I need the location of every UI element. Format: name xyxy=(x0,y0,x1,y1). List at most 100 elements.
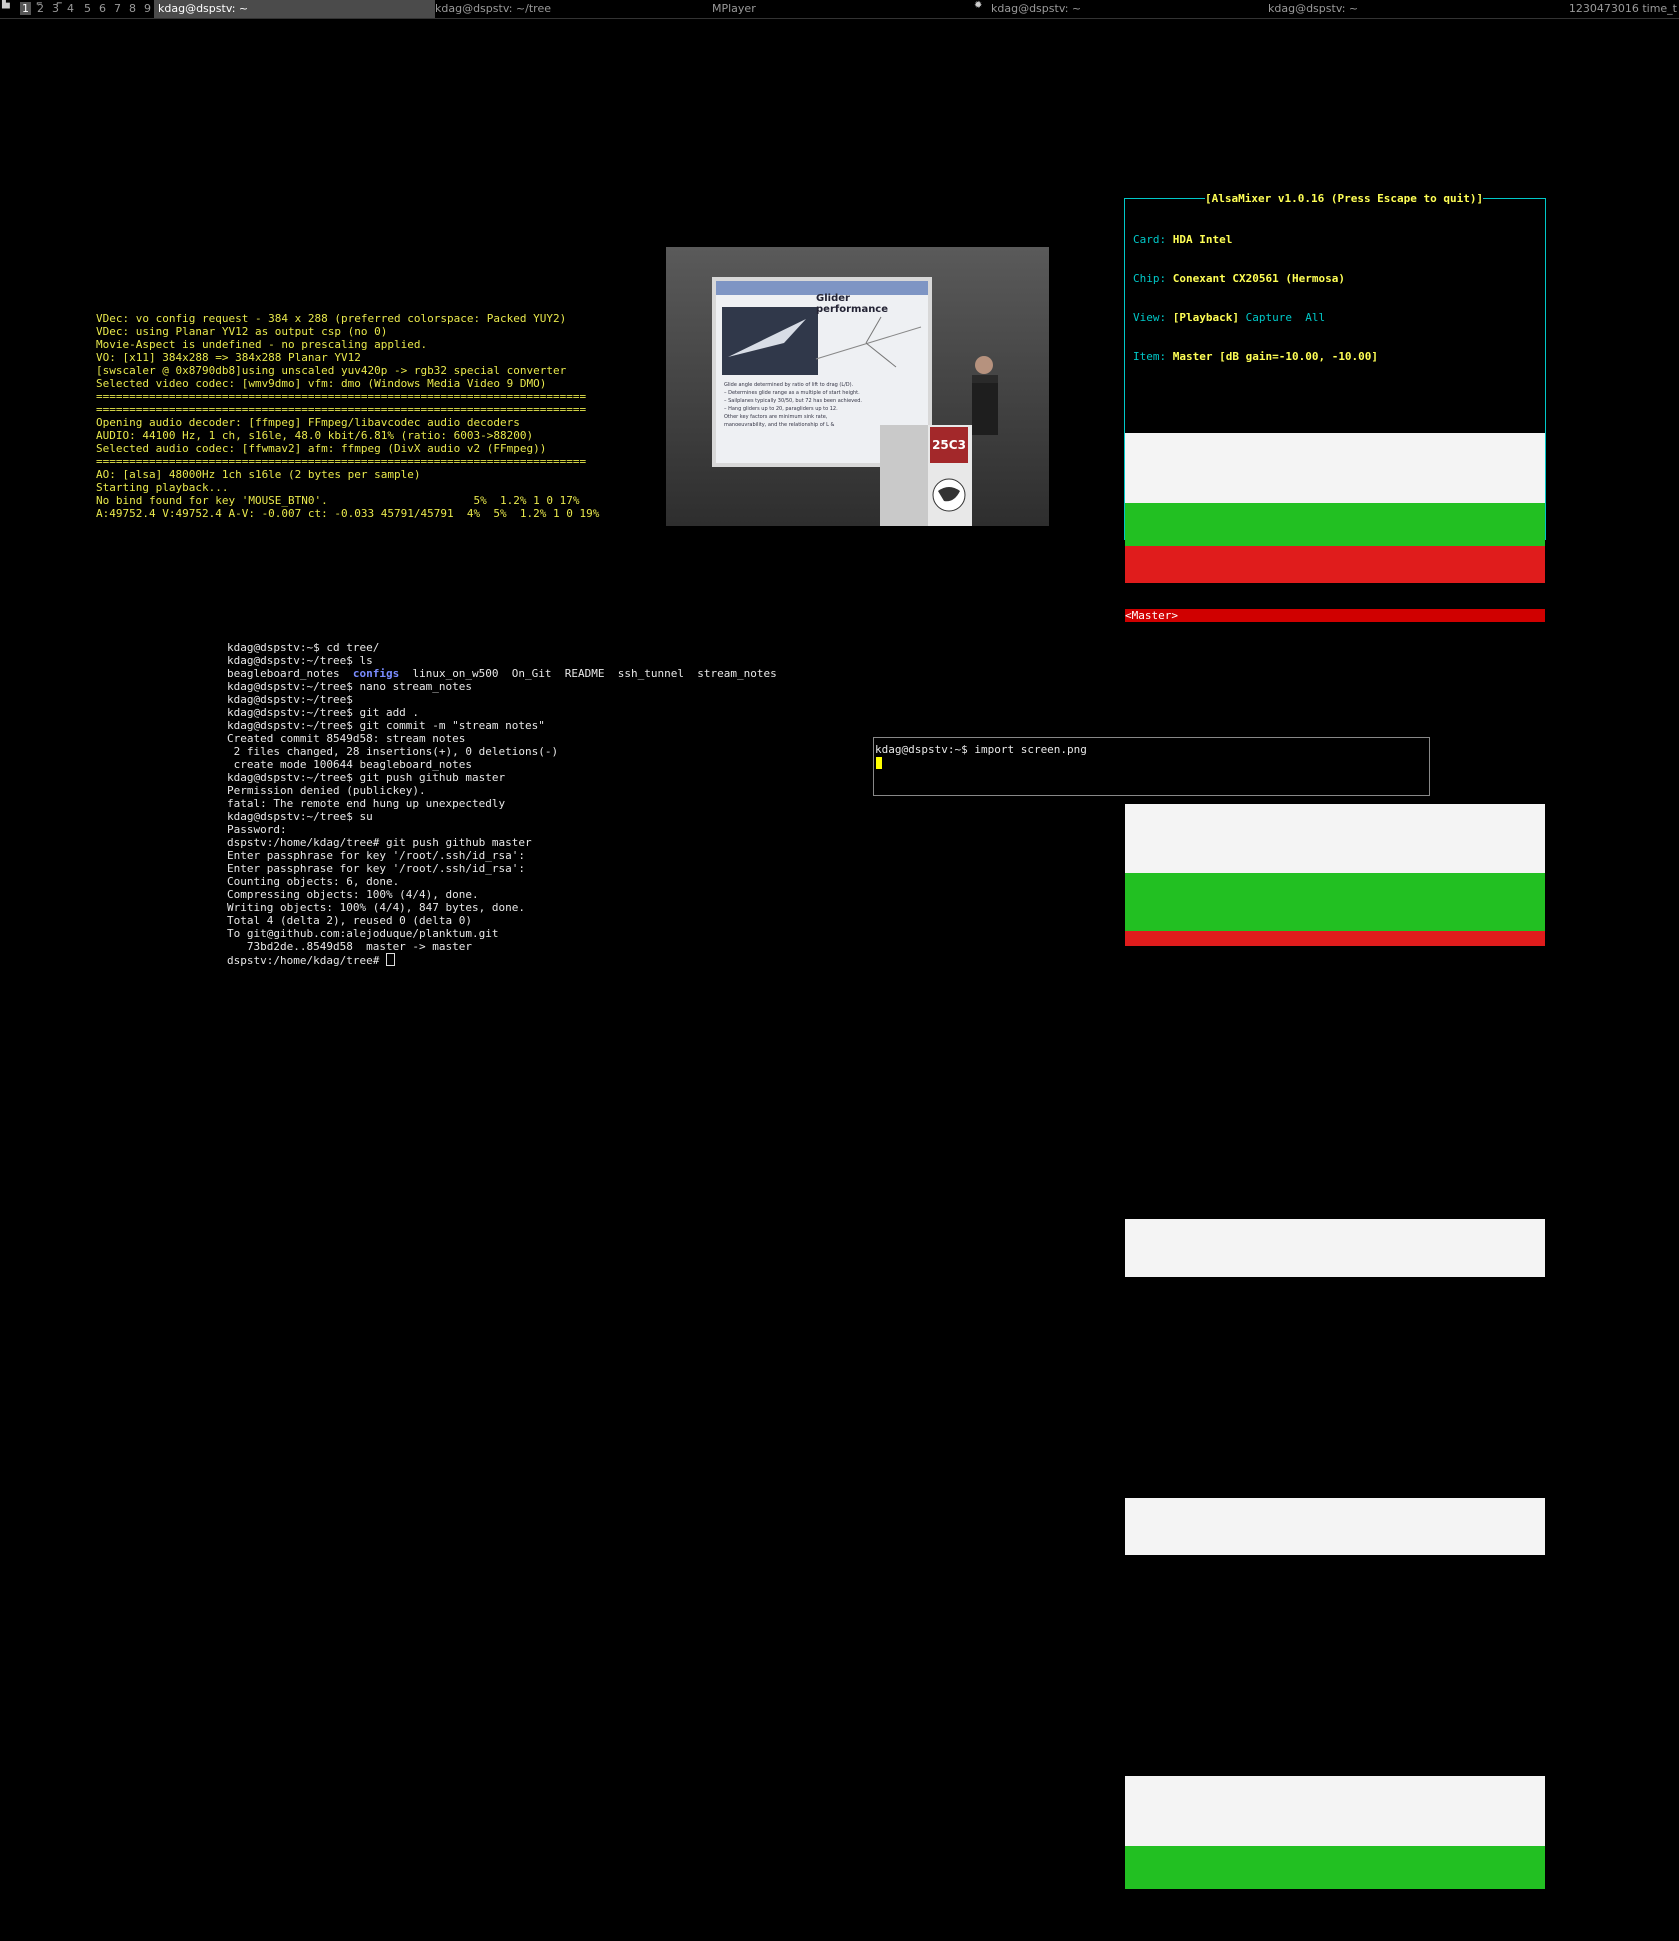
workspace-7[interactable]: 7 xyxy=(114,2,121,15)
task-terminal-tree[interactable]: kdag@dspstv: ~/tree xyxy=(431,0,712,18)
ls-file: linux_on_w500 xyxy=(412,667,499,680)
terminal-line: kdag@dspstv:~/tree$ nano stream_notes xyxy=(227,680,473,693)
terminal-line-ls: beagleboard_notes configs linux_on_w500 … xyxy=(227,667,777,680)
terminal-line: Created commit 8549d58: stream notes xyxy=(227,732,466,745)
console-line: No bind found for key 'MOUSE_BTN0'. 5% 1… xyxy=(96,494,580,507)
mixer-channel[interactable]: 33<>33 00 External xyxy=(1125,1316,1545,1594)
view-all[interactable]: All xyxy=(1305,311,1325,324)
mixer-channel[interactable]: 65<>65 00 Internal xyxy=(1125,1594,1545,1928)
console-line: VO: [x11] 384x288 => 384x288 Planar YV12 xyxy=(96,351,361,364)
volume-bar-low xyxy=(1125,433,1545,503)
task-terminal-home[interactable]: kdag@dspstv: ~ xyxy=(154,0,435,18)
terminal-line: 2 files changed, 28 insertions(+), 0 del… xyxy=(227,745,559,758)
terminal-line: kdag@dspstv:~/tree$ su xyxy=(227,810,373,823)
item-label: Item: xyxy=(1133,350,1167,363)
task-terminal-home-2[interactable]: kdag@dspstv: ~ xyxy=(987,0,1268,18)
channel-level: 33<>33 xyxy=(1125,1276,1165,1290)
volume-bar-low xyxy=(1125,1497,1545,1556)
mute-switch[interactable]: 00 xyxy=(1125,1290,1545,1303)
volume-bar-low xyxy=(1125,803,1545,874)
console-line: [swscaler @ 0x8790db8]using unscaled yuv… xyxy=(96,364,567,377)
mplayer-video[interactable]: Glider performance Glide angle determine… xyxy=(666,247,1049,526)
mixer-channel[interactable]: 00 IEC958 D xyxy=(1125,1011,1545,1037)
alsamixer-title: [AlsaMixer v1.0.16 (Press Escape to quit… xyxy=(1205,192,1484,205)
slide-bullets: Glide angle determined by ratio of lift … xyxy=(724,381,924,429)
ls-file: README xyxy=(564,667,605,680)
channel-name[interactable]: PCM xyxy=(1125,972,1545,985)
volume-bar-mid xyxy=(1125,1845,1545,1890)
terminal-import[interactable]: kdag@dspstv:~$ import screen.png xyxy=(873,737,1430,796)
terminal-line: Total 4 (delta 2), reused 0 (delta 0) xyxy=(227,914,473,927)
mplayer-console-log: VDec: vo config request - 384 x 288 (pre… xyxy=(96,286,599,533)
taskbar: ▙ 1 2 3 4 5 6 7 8 9 ⌐ ⌐ kdag@dspstv: ~ k… xyxy=(0,0,1679,19)
ls-directory: configs xyxy=(352,667,400,680)
channel-level: 65<>65 xyxy=(1125,1889,1165,1903)
alsamixer-window: [AlsaMixer v1.0.16 (Press Escape to quit… xyxy=(1124,192,1546,1928)
channel-name[interactable]: <Master> xyxy=(1125,608,1545,622)
chip-label: Chip: xyxy=(1133,272,1167,285)
workspace-6[interactable]: 6 xyxy=(99,2,106,15)
mute-switch[interactable]: 00 xyxy=(1125,1568,1545,1581)
task-terminal-home-3[interactable]: kdag@dspstv: ~ xyxy=(1264,0,1545,18)
volume-bar-frame[interactable] xyxy=(1125,1594,1545,1776)
channel-level: 82<>82 xyxy=(1125,946,1165,960)
terminal-line: kdag@dspstv:~/tree$ git push github mast… xyxy=(227,771,506,784)
chip-value: Conexant CX20561 (Hermosa) xyxy=(1172,272,1345,285)
terminal-command-line: kdag@dspstv:~$ import screen.png xyxy=(875,743,1087,756)
workspace-5[interactable]: 5 xyxy=(84,2,91,15)
volume-bar-high xyxy=(1125,930,1545,947)
terminal-line: Permission denied (publickey). xyxy=(227,784,426,797)
mixer-channel[interactable]: 33<>33 00 Docking xyxy=(1125,1037,1545,1316)
channel-name[interactable]: External xyxy=(1125,1581,1545,1594)
volume-bar-mid xyxy=(1125,502,1545,547)
channel-name[interactable]: IEC958 D xyxy=(1125,1024,1545,1037)
slide-bullet: – Hang gliders up to 20, paragliders up … xyxy=(724,406,838,412)
volume-bar-frame[interactable] xyxy=(1125,1037,1545,1219)
slide-bullet: manoeuvrability, and the relationship of… xyxy=(724,422,835,428)
console-line: VDec: using Planar YV12 as output csp (n… xyxy=(96,325,388,338)
terminal-line: kdag@dspstv:~/tree$ git commit -m "strea… xyxy=(227,719,545,732)
terminal-cursor xyxy=(385,953,395,966)
clock: 1230473016 time_t xyxy=(1568,2,1677,15)
workspace-8[interactable]: 8 xyxy=(129,2,136,15)
item-value: Master [dB gain=-10.00, -10.00] xyxy=(1172,350,1379,363)
channel-name[interactable]: Docking xyxy=(1125,1303,1545,1316)
mute-switch[interactable]: 00 xyxy=(1125,1902,1545,1915)
console-line: Movie-Aspect is undefined - no prescalin… xyxy=(96,338,428,351)
mixer-channel[interactable]: 00 IEC958 xyxy=(1125,985,1545,1011)
terminal-line: 73bd2de..8549d58 master -> master xyxy=(227,940,473,953)
workspace-9[interactable]: 9 xyxy=(144,2,151,15)
workspace-4[interactable]: 4 xyxy=(67,2,74,15)
mixer-channel[interactable]: 82<>82 00 PCM xyxy=(1125,622,1545,985)
mute-switch[interactable]: 00 xyxy=(1125,959,1545,972)
channel-level: 33<>33 xyxy=(1125,1555,1165,1569)
slide-bullet: Other key factors are minimum sink rate, xyxy=(724,414,828,420)
task-mplayer[interactable]: MPlayer xyxy=(708,0,982,18)
workspace-1[interactable]: 1 xyxy=(20,2,31,15)
view-capture[interactable]: Capture xyxy=(1246,311,1292,324)
console-line: ========================================… xyxy=(96,403,587,416)
window-menu-icon[interactable]: ▙ xyxy=(2,0,14,9)
ls-file: beagleboard_notes xyxy=(227,667,340,680)
slide-bullet: – Sailplanes typically 30/50, but 72 has… xyxy=(724,398,862,404)
terminal-line: kdag@dspstv:~/tree$ xyxy=(227,693,353,706)
mute-switch[interactable]: 00 xyxy=(1125,985,1545,998)
channel-name[interactable]: IEC958 xyxy=(1125,998,1545,1011)
terminal-line: fatal: The remote end hung up unexpected… xyxy=(227,797,506,810)
channel-name[interactable]: Internal xyxy=(1125,1915,1545,1928)
terminal-line: kdag@dspstv:~/tree$ ls xyxy=(227,654,373,667)
view-playback[interactable]: [Playback] xyxy=(1173,311,1239,324)
terminal-cursor xyxy=(876,757,882,769)
mute-switch[interactable]: 00 xyxy=(1125,596,1545,609)
terminal-git-session[interactable]: kdag@dspstv:~$ cd tree/kdag@dspstv:~/tre… xyxy=(227,615,777,980)
volume-bar-frame[interactable] xyxy=(1125,1316,1545,1498)
console-line: AUDIO: 44100 Hz, 1 ch, s16le, 48.0 kbit/… xyxy=(96,429,534,442)
mute-switch[interactable]: 00 xyxy=(1125,1011,1545,1024)
ls-file: stream_notes xyxy=(697,667,777,680)
prompt-text: dspstv:/home/kdag/tree# xyxy=(227,954,386,967)
terminal-line: Writing objects: 100% (4/4), 847 bytes, … xyxy=(227,901,526,914)
terminal-line: kdag@dspstv:~/tree$ git add . xyxy=(227,706,420,719)
volume-bar-low xyxy=(1125,1776,1545,1846)
console-line: Selected audio codec: [ffwmav2] afm: ffm… xyxy=(96,442,547,455)
terminal-line: Enter passphrase for key '/root/.ssh/id_… xyxy=(227,862,526,875)
